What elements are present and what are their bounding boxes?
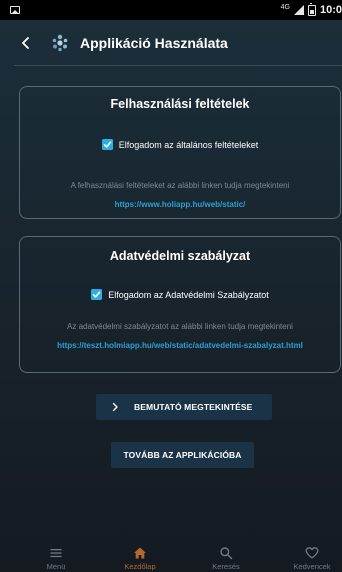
privacy-description: Az adatvédelmi szabályzatot az alábbi li… — [67, 322, 293, 331]
terms-title: Felhasználási feltételek — [110, 97, 250, 111]
privacy-card: Adatvédelmi szabályzat Elfogadom az Adat… — [19, 236, 341, 373]
header-divider — [14, 65, 342, 66]
nav-item-home[interactable]: Kezdőlap — [110, 540, 170, 572]
nav-label-menu: Menü — [46, 562, 66, 571]
search-icon — [220, 547, 233, 560]
nav-item-favorites[interactable]: Kedvencek — [282, 540, 342, 572]
image-notification-icon — [10, 6, 20, 14]
app-header: Applikáció Használata — [0, 20, 342, 66]
privacy-accept-checkbox[interactable]: Elfogadom az Adatvédelmi Szabályzatot — [20, 289, 340, 300]
signal-icon — [293, 5, 304, 15]
terms-card: Felhasználási feltételek Elfogadom az ál… — [19, 86, 341, 219]
nav-item-search[interactable]: Keresés — [196, 540, 256, 572]
terms-checkbox-label: Elfogadom az általános feltételeket — [118, 139, 259, 150]
heart-icon — [305, 547, 319, 559]
status-clock: 10:0 — [319, 4, 342, 16]
nav-item-menu[interactable]: Menü — [26, 540, 86, 572]
status-bar: 4G 10:0 — [0, 0, 342, 20]
chevron-left-icon — [22, 37, 29, 49]
demo-button[interactable]: BEMUTATÓ MEGTEKINTÉSE — [96, 394, 272, 420]
checkmark-icon — [103, 141, 112, 148]
privacy-link[interactable]: https://teszt.holmiapp.hu/web/static/ada… — [20, 341, 340, 350]
bottom-nav: Menü Kezdőlap Keresés Kedvencek — [0, 540, 342, 572]
page-title: Applikáció Használata — [80, 35, 228, 51]
app-logo-icon — [52, 34, 68, 52]
terms-description: A felhasználási feltételeket az alábbi l… — [70, 181, 290, 190]
status-right: 4G 10:0 — [280, 2, 342, 16]
network-type-label: 4G — [280, 3, 290, 11]
checkbox-checked-icon[interactable] — [91, 289, 103, 300]
nav-label-favorites: Kedvencek — [293, 562, 331, 571]
back-button[interactable] — [6, 20, 46, 66]
continue-button[interactable]: TOVÁBB AZ APPLIKÁCIÓBA — [111, 442, 254, 468]
nav-label-search: Keresés — [212, 562, 240, 571]
privacy-title: Adatvédelmi szabályzat — [109, 249, 251, 263]
privacy-checkbox-label: Elfogadom az Adatvédelmi Szabályzatot — [108, 289, 269, 300]
demo-button-label: BEMUTATÓ MEGTEKINTÉSE — [134, 402, 253, 412]
checkmark-icon — [92, 291, 101, 298]
terms-accept-checkbox[interactable]: Elfogadom az általános feltételeket — [20, 139, 340, 150]
terms-link[interactable]: https://www.holiapp.hu/web/static/ — [20, 200, 340, 209]
nav-label-home: Kezdőlap — [124, 562, 156, 571]
checkbox-checked-icon[interactable] — [101, 139, 113, 150]
continue-button-label: TOVÁBB AZ APPLIKÁCIÓBA — [123, 450, 242, 460]
chevron-right-icon — [112, 402, 118, 412]
menu-icon — [50, 549, 62, 558]
battery-icon — [307, 2, 316, 16]
home-icon — [134, 547, 146, 559]
status-left — [10, 6, 20, 14]
